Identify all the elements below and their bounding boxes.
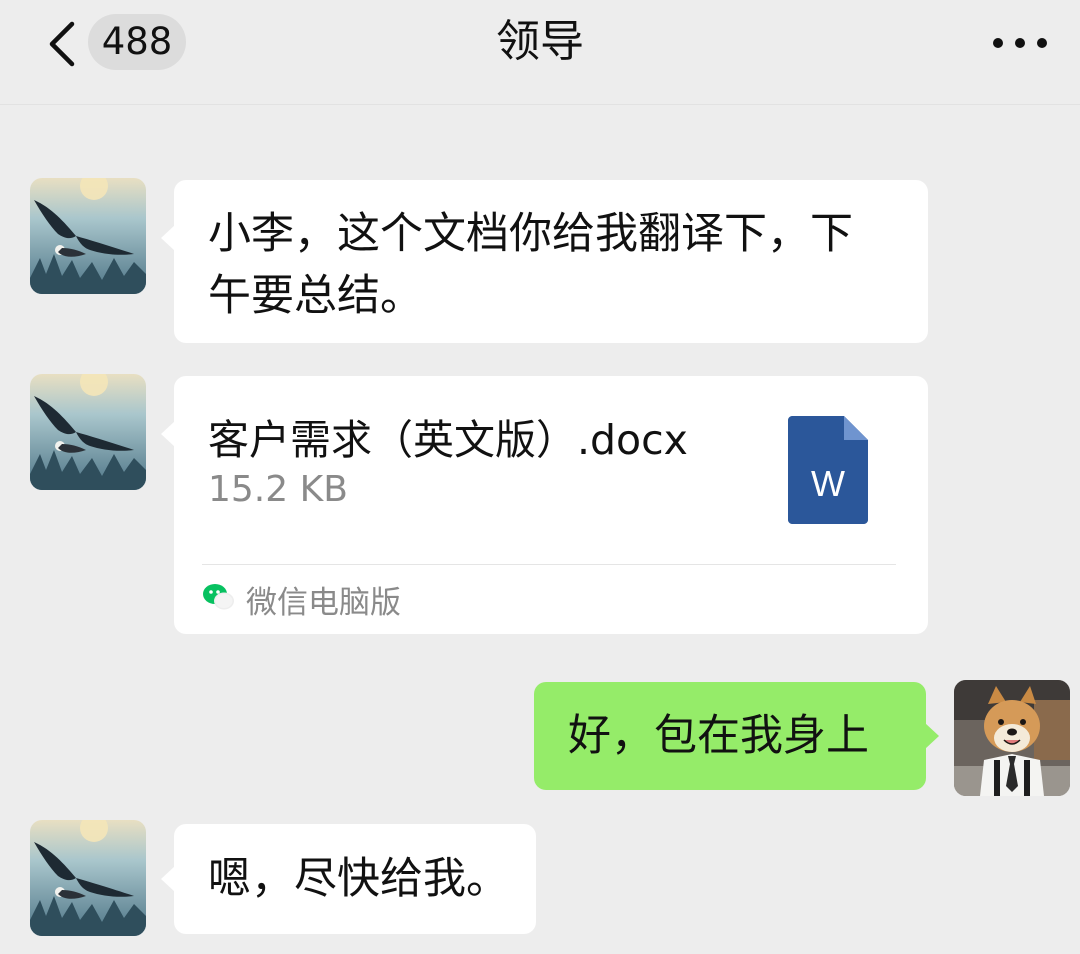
file-name: 客户需求（英文版）.docx xyxy=(208,416,688,464)
message-text: 嗯，尽快给我。 xyxy=(208,854,509,904)
message-text-line: 午要总结。 xyxy=(208,271,423,321)
word-icon-letter: W xyxy=(811,463,845,504)
message-bubble-incoming[interactable]: 嗯，尽快给我。 xyxy=(161,824,536,934)
chat-header: 488 领导 xyxy=(0,0,1080,105)
contact-avatar[interactable] xyxy=(30,820,146,936)
ellipsis-icon[interactable] xyxy=(992,34,1048,52)
word-document-icon: W xyxy=(788,416,868,524)
source-label: 微信电脑版 xyxy=(246,585,401,621)
contact-avatar[interactable] xyxy=(30,178,146,294)
message-text-line: 小李，这个文档你给我翻译下，下 xyxy=(208,209,853,259)
chat-title: 领导 xyxy=(496,16,584,67)
message-bubble-incoming[interactable]: 小李，这个文档你给我翻译下，下 午要总结。 xyxy=(161,180,928,343)
chat-screen: 488 领导 小李，这个文档你给我翻译下，下 午要总结。 客户需求（英文版）.d… xyxy=(0,0,1080,954)
message-text: 好，包在我身上 xyxy=(568,711,869,761)
file-message-card[interactable]: 客户需求（英文版）.docx 15.2 KB W 微信电脑版 xyxy=(161,376,928,634)
wechat-icon xyxy=(203,584,234,610)
message-bubble-outgoing[interactable]: 好，包在我身上 xyxy=(534,682,939,790)
file-size: 15.2 KB xyxy=(208,469,348,510)
contact-avatar[interactable] xyxy=(30,374,146,490)
divider xyxy=(202,564,896,565)
my-avatar[interactable] xyxy=(954,680,1070,796)
